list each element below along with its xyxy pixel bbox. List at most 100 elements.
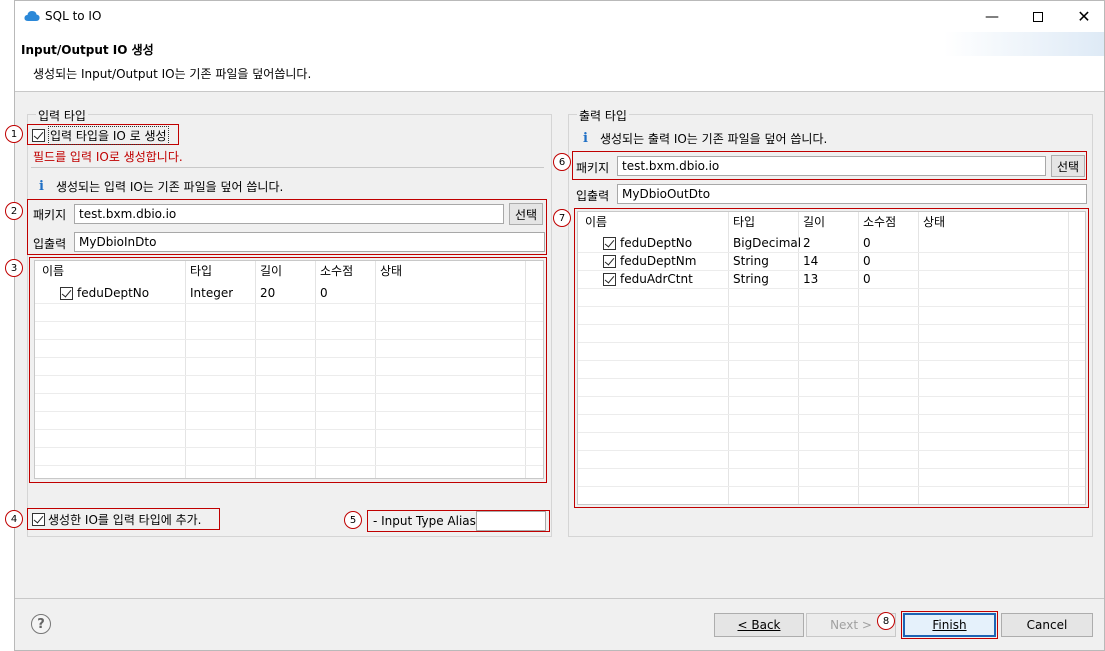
row-divider [578,360,1085,361]
table-row[interactable]: feduAdrCtnt String 13 0 [578,270,1085,288]
row-divider [578,270,1085,271]
add-io-to-input-checkbox[interactable]: 생성한 IO를 입력 타입에 추가. [32,511,202,528]
generate-input-io-checkbox[interactable]: 입력 타입을 IO 로 생성 [32,126,169,145]
maximize-button[interactable] [1015,1,1061,32]
close-button[interactable]: ✕ [1061,1,1105,32]
column-header[interactable]: 상태 [918,213,945,231]
output-io-field[interactable]: MyDbioOutDto [617,184,1087,204]
output-info-row: i 생성되는 출력 IO는 기존 파일을 덮어 씁니다. [583,130,827,147]
output-type-group-title: 출력 타입 [577,107,629,124]
field-name-cell: feduAdrCtnt [598,270,693,288]
column-header[interactable]: 이름 [37,262,64,280]
page-description: 생성되는 Input/Output IO는 기존 파일을 덮어씁니다. [33,67,312,81]
row-divider [35,393,543,394]
separator [31,167,544,168]
table-header: 이름 타입 길이 소수점 상태 [35,262,543,280]
window-title: SQL to IO [45,9,102,23]
output-package-select-button[interactable]: 선택 [1051,155,1085,177]
output-info-text: 생성되는 출력 IO는 기존 파일을 덮어 씁니다. [599,132,828,146]
marker-6: 6 [553,153,571,171]
table-header: 이름 타입 길이 소수점 상태 [578,213,1085,231]
column-header[interactable]: 길이 [255,262,282,280]
output-package-field[interactable]: test.bxm.dbio.io [617,156,1046,176]
row-divider [35,339,543,340]
generate-hint-text: 필드를 입력 IO로 생성합니다. [33,150,183,164]
row-divider [35,411,543,412]
header-banner [944,32,1104,56]
field-name-cell: feduDeptNo [598,234,692,252]
field-status [918,270,923,288]
field-type: Integer [190,286,234,300]
column-header[interactable]: 소수점 [315,262,353,280]
output-package-label: 패키지 [576,161,610,175]
column-header[interactable]: 타입 [728,213,755,231]
dialog-window: SQL to IO — ✕ Input/Output IO 생성 생성되는 In… [5,0,1105,651]
row-divider [578,288,1085,289]
row-divider [578,414,1085,415]
field-length: 13 [803,272,819,286]
row-checkbox[interactable] [603,236,616,250]
row-checkbox[interactable] [60,286,73,300]
row-divider [578,306,1085,307]
field-type: String [733,272,769,286]
column-header[interactable]: 소수점 [858,213,896,231]
input-package-label: 패키지 [33,208,67,222]
field-status [918,234,923,252]
row-divider [35,357,543,358]
maximize-icon [1033,11,1043,22]
field-type: String [733,254,769,268]
title-bar: SQL to IO — ✕ [15,1,1104,32]
checkbox-checked-icon [32,513,45,526]
row-divider [578,468,1085,469]
finish-button[interactable]: Finish [903,613,996,637]
marker-2: 2 [5,202,23,220]
table-row[interactable]: feduDeptNm String 14 0 [578,252,1085,270]
back-label: < Back [737,618,781,632]
field-length: 20 [260,286,276,300]
row-checkbox[interactable] [603,254,616,268]
field-length: 2 [803,236,811,250]
row-divider [578,342,1085,343]
field-name: feduDeptNo [620,236,693,250]
row-divider [35,321,543,322]
help-button[interactable]: ? [31,614,51,634]
input-package-field[interactable]: test.bxm.dbio.io [74,204,504,224]
input-package-select-button[interactable]: 선택 [509,203,543,225]
finish-label: Finish [932,618,967,632]
column-header[interactable]: 길이 [798,213,825,231]
field-scale: 0 [863,254,871,268]
generate-input-io-label: 입력 타입을 IO 로 생성 [48,126,169,145]
row-divider [578,450,1085,451]
close-icon: ✕ [1077,7,1091,26]
marker-1: 1 [5,125,23,143]
row-checkbox[interactable] [603,272,616,286]
row-divider [578,396,1085,397]
field-name: feduDeptNo [77,286,150,300]
column-header[interactable]: 이름 [580,213,607,231]
input-io-field[interactable]: MyDbioInDto [74,232,545,252]
cancel-button[interactable]: Cancel [1001,613,1093,637]
minimize-button[interactable]: — [969,1,1015,32]
table-row[interactable]: feduDeptNo Integer 20 0 [35,284,543,302]
row-divider [578,432,1085,433]
input-type-group-title: 입력 타입 [36,107,88,124]
column-header[interactable]: 상태 [375,262,402,280]
field-scale: 0 [320,286,328,300]
field-scale: 0 [863,236,871,250]
footer-separator [15,598,1104,599]
input-type-alias-field[interactable] [476,511,546,531]
row-divider [35,375,543,376]
marker-8: 8 [877,612,895,630]
field-length: 14 [803,254,819,268]
field-name-cell: feduDeptNm [598,252,696,270]
input-type-alias-label: - Input Type Alias: [373,514,480,528]
back-button[interactable]: < Back [714,613,804,637]
field-name: feduDeptNm [620,254,697,268]
checkbox-checked-icon [32,129,45,142]
output-io-label: 입출력 [576,189,610,203]
column-header[interactable]: 타입 [185,262,212,280]
field-status [375,284,380,302]
row-divider [578,252,1085,253]
row-divider [35,429,543,430]
table-row[interactable]: feduDeptNo BigDecimal 2 0 [578,234,1085,252]
